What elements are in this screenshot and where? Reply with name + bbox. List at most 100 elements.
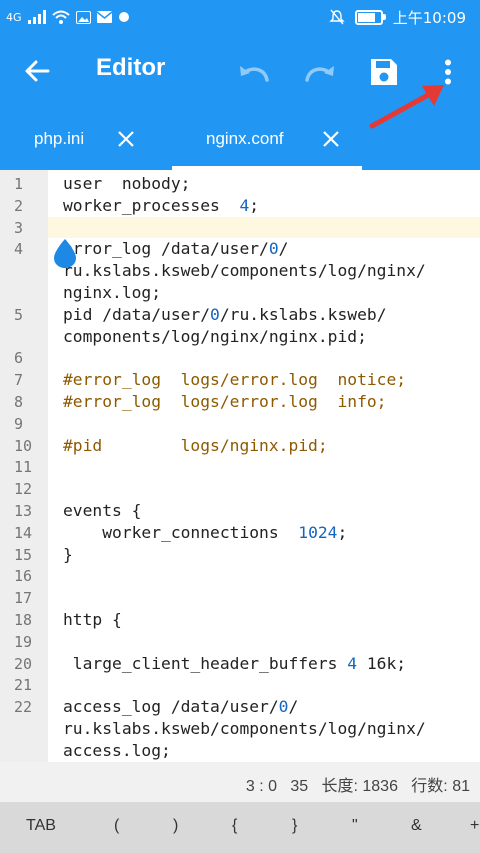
cursor-position-info: 3 : 0 35 长度: 1836 行数: 81	[245, 778, 470, 795]
code-line: 13 events {	[0, 500, 480, 522]
line-text: worker_processes 4;	[63, 195, 260, 215]
line-number: 19	[14, 632, 33, 651]
tab-nginx-conf[interactable]: nginx.conf	[206, 108, 284, 170]
code-line: components/log/nginx/nginx.pid;	[0, 326, 480, 348]
line-text: ru.kslabs.ksweb/components/log/nginx/	[63, 719, 426, 738]
code-line: 14 worker_connections 1024;	[0, 522, 480, 544]
symbol-plus-key[interactable]: +	[470, 817, 479, 835]
line-text: pid /data/user/0/ru.kslabs.ksweb/	[63, 304, 387, 324]
battery-icon	[354, 9, 386, 25]
symbol-tab-key[interactable]: TAB	[26, 817, 56, 835]
close-icon	[118, 131, 134, 147]
mute-bell-icon	[329, 9, 345, 25]
undo-icon	[240, 66, 269, 82]
symbol-close-brace-key[interactable]: }	[292, 817, 297, 835]
line-number: 5	[14, 305, 24, 324]
mail-icon	[96, 11, 112, 23]
code-line: 12	[0, 478, 480, 500]
line-number: 17	[14, 589, 33, 608]
line-number: 22	[14, 698, 33, 717]
code-line: 2 worker_processes 4;	[0, 195, 480, 217]
line-text: access.log;	[63, 740, 171, 760]
code-line: 6	[0, 347, 480, 369]
line-number: 15	[14, 545, 33, 564]
line-number: 21	[14, 676, 33, 695]
line-number: 13	[14, 502, 33, 520]
line-text: http {	[63, 610, 122, 629]
line-number: 3	[14, 218, 24, 237]
status-bar: 4G 上午10:09	[0, 0, 480, 34]
close-tab-nginx-conf-button[interactable]	[319, 127, 343, 151]
line-text: user nobody;	[63, 174, 191, 193]
close-tab-php-ini-button[interactable]	[114, 127, 138, 151]
line-number: 20	[14, 654, 33, 673]
line-text: large_client_header_buffers 4 16k;	[63, 653, 407, 673]
back-arrow-icon	[25, 60, 50, 82]
line-text: nginx.log;	[63, 283, 162, 302]
line-number: 7	[14, 371, 24, 390]
line-number: 11	[14, 458, 33, 477]
line-number: 9	[14, 414, 24, 433]
line-text: events {	[63, 501, 142, 520]
code-line: 8 #error_log logs/error.log info;	[0, 391, 480, 413]
status-left: 4G	[6, 6, 130, 28]
signal-icon	[27, 10, 46, 24]
line-number: 12	[14, 480, 33, 499]
code-line: 11	[0, 456, 480, 478]
line-number: 10	[14, 436, 33, 455]
redo-icon	[305, 66, 334, 82]
line-number: 14	[14, 523, 33, 542]
annotation-arrow	[369, 85, 444, 129]
line-text: error_log /data/user/0/	[63, 239, 289, 259]
line-number: 2	[14, 196, 24, 215]
code-line: 20 large_client_header_buffers 4 16k;	[0, 653, 480, 675]
back-button[interactable]	[22, 56, 52, 86]
symbol-open-brace-key[interactable]: {	[232, 817, 237, 835]
record-icon	[118, 12, 129, 22]
code-line: 21	[0, 674, 480, 696]
code-line: 9	[0, 413, 480, 435]
code-line: 18 http {	[0, 609, 480, 631]
code-line: 10 #pid logs/nginx.pid;	[0, 435, 480, 457]
line-text: worker_connections 1024;	[63, 522, 348, 542]
code-line: 1 user nobody;	[0, 173, 480, 195]
line-number: 18	[14, 611, 33, 629]
line-number: 6	[14, 349, 24, 368]
symbol-close-paren-key[interactable]: )	[173, 817, 178, 835]
code-line: 22 access_log /data/user/0/	[0, 696, 480, 718]
code-line: ru.kslabs.ksweb/components/log/nginx/	[0, 718, 480, 740]
editor-status-bar: 3 : 0 35 长度: 1836 行数: 81	[0, 762, 480, 802]
symbol-open-paren-key[interactable]: (	[114, 817, 119, 835]
code-line: 15}	[0, 544, 480, 566]
network-type: 4G	[6, 10, 22, 24]
line-number: 8	[14, 393, 24, 411]
close-icon	[323, 131, 339, 147]
line-text: components/log/nginx/nginx.pid;	[63, 326, 367, 346]
wifi-icon	[51, 10, 70, 24]
line-number: 4	[14, 240, 24, 259]
line-text: #error_log logs/error.log info;	[63, 392, 387, 411]
symbol-quote-key[interactable]: "	[352, 817, 358, 835]
redo-button[interactable]	[302, 54, 338, 90]
code-line: 3	[0, 217, 480, 239]
clock: 上午10:09	[392, 8, 466, 27]
code-line: 16	[0, 565, 480, 587]
code-line: access.log;	[0, 740, 480, 762]
code-line: nginx.log;	[0, 282, 480, 304]
line-text: ru.kslabs.ksweb/components/log/nginx/	[63, 261, 426, 281]
code-line: 5 pid /data/user/0/ru.kslabs.ksweb/	[0, 304, 480, 326]
line-text: }	[63, 544, 73, 564]
symbol-ampersand-key[interactable]: &	[411, 817, 422, 835]
undo-button[interactable]	[236, 54, 272, 90]
page-title: Editor	[96, 54, 166, 81]
code-line: 19	[0, 631, 480, 653]
line-text: #pid logs/nginx.pid;	[63, 435, 328, 455]
line-number: 16	[14, 567, 33, 586]
line-text: access_log /data/user/0/	[63, 697, 299, 717]
code-line: 7 #error_log logs/error.log notice;	[0, 369, 480, 391]
image-icon	[75, 10, 91, 24]
line-number: 1	[14, 175, 24, 193]
symbol-input-bar: TAB ( ) { } " & +	[0, 802, 480, 853]
tab-php-ini[interactable]: php.ini	[34, 108, 84, 170]
text-cursor-handle[interactable]	[52, 237, 78, 269]
